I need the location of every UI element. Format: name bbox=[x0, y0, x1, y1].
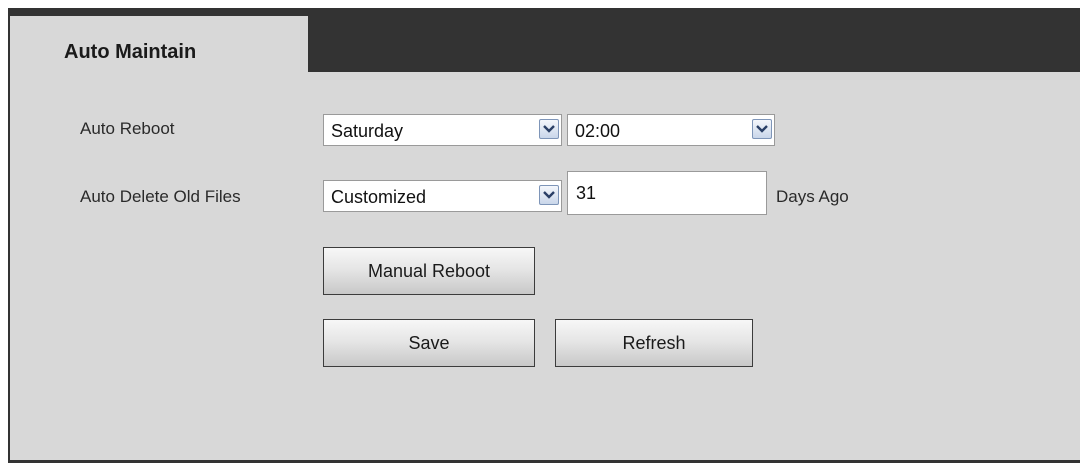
days-ago-input[interactable] bbox=[567, 171, 767, 215]
auto-reboot-time-select[interactable]: 02:00 bbox=[567, 114, 775, 146]
manual-reboot-button[interactable]: Manual Reboot bbox=[323, 247, 535, 295]
days-ago-label: Days Ago bbox=[776, 187, 849, 206]
chevron-down-icon[interactable] bbox=[539, 185, 559, 205]
auto-reboot-day-value: Saturday bbox=[331, 121, 404, 141]
auto-delete-label: Auto Delete Old Files bbox=[80, 187, 241, 206]
save-button[interactable]: Save bbox=[323, 319, 535, 367]
auto-reboot-day-select[interactable]: Saturday bbox=[323, 114, 562, 146]
refresh-button[interactable]: Refresh bbox=[555, 319, 753, 367]
auto-delete-mode-value: Customized bbox=[331, 187, 427, 207]
chevron-down-icon[interactable] bbox=[539, 119, 559, 139]
auto-reboot-label: Auto Reboot bbox=[80, 119, 175, 138]
chevron-down-icon[interactable] bbox=[752, 119, 772, 139]
tab-label: Auto Maintain bbox=[64, 41, 197, 63]
tab-auto-maintain[interactable]: Auto Maintain bbox=[10, 16, 308, 80]
settings-panel: Auto Maintain Auto Reboot Saturday 02:00… bbox=[8, 8, 1080, 463]
auto-delete-mode-select[interactable]: Customized bbox=[323, 180, 562, 212]
auto-reboot-time-value: 02:00 bbox=[575, 121, 621, 141]
